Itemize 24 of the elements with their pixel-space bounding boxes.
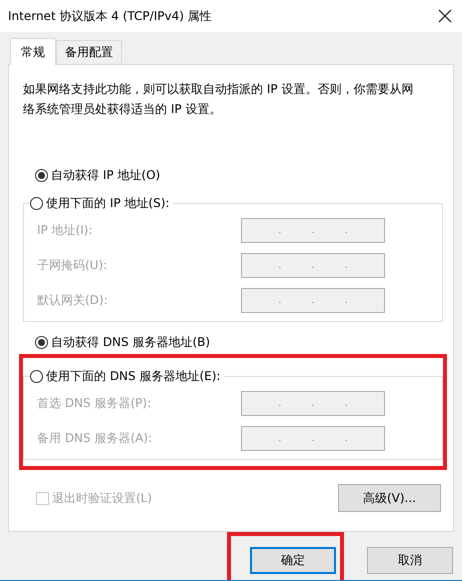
window-title: Internet 协议版本 4 (TCP/IPv4) 属性 [8,8,212,24]
ok-button[interactable]: 确定 [250,547,336,574]
radio-button[interactable] [35,168,48,182]
radio-button[interactable] [35,336,48,348]
field-label: IP 地址(I): [37,222,94,239]
tab[interactable]: 常规 [10,38,56,65]
radio-label: 自动获得 IP 地址(O) [51,166,160,184]
radio-label: 使用下面的 DNS 服务器地址(E): [46,368,220,384]
radio-label: 自动获得 DNS 服务器地址(B) [51,334,210,350]
field-label: 首选 DNS 服务器(P): [37,395,152,412]
radio-option[interactable]: 自动获得 IP 地址(O) [35,165,439,185]
radio-button[interactable] [30,196,43,210]
radio-label: 使用下面的 IP 地址(S): [46,194,170,212]
description-text: 如果网络支持此功能，则可以获取自动指派的 IP 设置。否则，你需要从网络系统管理员处获得适当的 IP 设置。 [23,81,414,118]
cancel-button[interactable]: 取消 [367,547,453,574]
tab[interactable]: 备用配置 [56,40,122,64]
checkbox-label: 退出时验证设置(L) [52,490,152,506]
field-label: 子网掩码(U): [37,257,108,274]
radio-option[interactable]: 自动获得 DNS 服务器地址(B) [35,332,439,352]
radio-button[interactable] [30,370,43,382]
advanced-button[interactable]: 高级(V)... [338,484,441,512]
field-label: 备用 DNS 服务器(A): [37,430,154,447]
field-label: 默认网关(D): [37,292,109,309]
close-icon[interactable] [438,9,452,23]
